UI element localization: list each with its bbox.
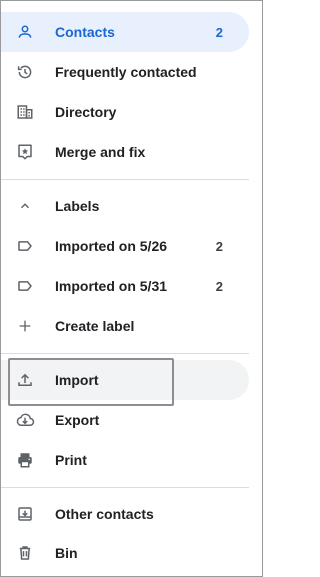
- sidebar-item-label: Directory: [55, 104, 117, 120]
- history-icon: [15, 62, 35, 82]
- sidebar-item-contacts[interactable]: Contacts 2: [1, 12, 249, 52]
- sidebar-item-label-imported-5-26[interactable]: Imported on 5/26 2: [1, 226, 249, 266]
- sidebar-item-other-contacts[interactable]: Other contacts: [1, 494, 249, 534]
- sidebar-item-label: Export: [55, 412, 100, 428]
- sidebar-item-label: Imported on 5/26: [55, 238, 168, 254]
- divider: [1, 487, 249, 488]
- sidebar-item-print[interactable]: Print: [1, 440, 249, 480]
- sidebar-item-label: Bin: [55, 545, 78, 561]
- person-icon: [15, 22, 35, 42]
- sidebar-item-frequently-contacted[interactable]: Frequently contacted: [1, 52, 249, 92]
- labels-section-toggle[interactable]: Labels: [1, 186, 249, 226]
- sidebar-panel: Contacts 2 Frequently contacted Director…: [0, 0, 263, 577]
- sidebar-item-directory[interactable]: Directory: [1, 92, 249, 132]
- archive-inbox-icon: [15, 504, 35, 524]
- printer-icon: [15, 450, 35, 470]
- divider: [1, 179, 249, 180]
- label-count: 2: [215, 278, 223, 294]
- contacts-count: 2: [215, 24, 223, 40]
- sidebar-item-label: Print: [55, 452, 87, 468]
- building-icon: [15, 102, 35, 122]
- sidebar-item-merge-and-fix[interactable]: Merge and fix: [1, 132, 249, 172]
- sidebar-item-label: Create label: [55, 318, 135, 334]
- label-icon: [15, 276, 35, 296]
- cloud-download-icon: [15, 410, 35, 430]
- plus-icon: [15, 316, 35, 336]
- sidebar-item-export[interactable]: Export: [1, 400, 249, 440]
- divider: [1, 353, 249, 354]
- sidebar-item-bin[interactable]: Bin: [1, 533, 249, 573]
- sidebar-item-label: Frequently contacted: [55, 64, 197, 80]
- sidebar-item-label: Imported on 5/31: [55, 278, 168, 294]
- sidebar-item-label: Import: [55, 372, 99, 388]
- merge-fix-icon: [15, 142, 35, 162]
- label-icon: [15, 236, 35, 256]
- sidebar-item-label: Merge and fix: [55, 144, 146, 160]
- sidebar-item-label-imported-5-31[interactable]: Imported on 5/31 2: [1, 266, 249, 306]
- upload-icon: [15, 370, 35, 390]
- label-count: 2: [215, 238, 223, 254]
- trash-icon: [15, 543, 35, 563]
- labels-header: Labels: [55, 198, 100, 214]
- sidebar-item-import[interactable]: Import: [1, 360, 249, 400]
- sidebar-item-label: Contacts: [55, 24, 115, 40]
- create-label-button[interactable]: Create label: [1, 306, 249, 346]
- chevron-up-icon: [15, 196, 35, 216]
- sidebar-item-label: Other contacts: [55, 506, 154, 522]
